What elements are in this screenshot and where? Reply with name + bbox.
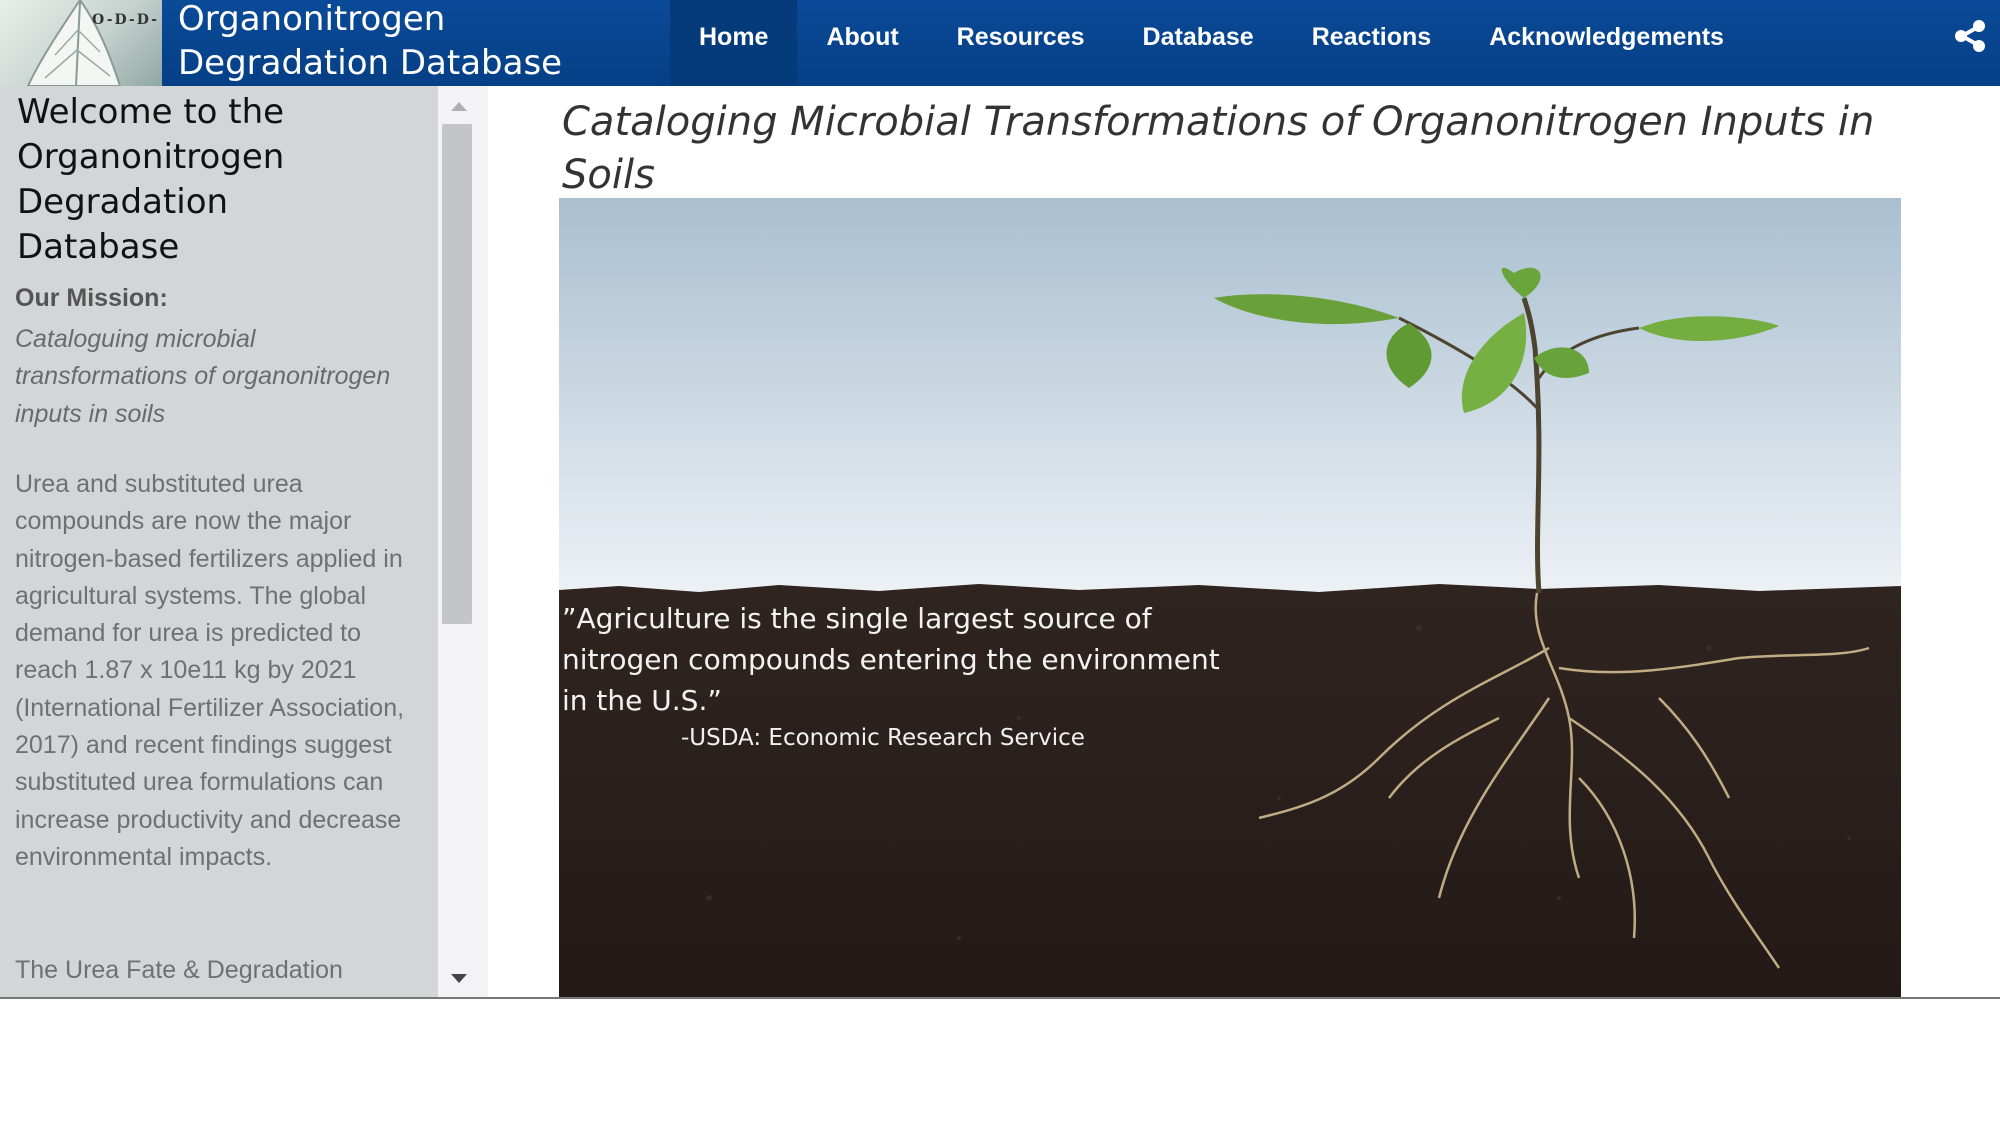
nav-about[interactable]: About (797, 0, 927, 86)
site-logo[interactable]: O-D-D- (0, 0, 162, 86)
nav-resources[interactable]: Resources (928, 0, 1114, 86)
nav-home[interactable]: Home (670, 0, 798, 86)
main-nav: Home About Resources Database Reactions … (670, 0, 1753, 86)
urea-fate-paragraph: The Urea Fate & Degradation (15, 956, 343, 984)
share-icon[interactable] (1953, 19, 1987, 53)
mission-text: Cataloguing microbial transformations of… (15, 325, 391, 428)
welcome-heading: Welcome to the Organonitrogen Degradatio… (17, 92, 285, 267)
page-divider (0, 997, 2000, 999)
site-title[interactable]: Organonitrogen Degradation Database (178, 0, 658, 85)
sidebar-content: Welcome to the Organonitrogen Degradatio… (0, 86, 438, 997)
logo-text: O-D-D- (92, 12, 159, 28)
sidebar-scrollbar[interactable] (438, 86, 478, 997)
scrollbar-thumb[interactable] (442, 124, 472, 624)
nav-database[interactable]: Database (1114, 0, 1283, 86)
sidebar: Welcome to the Organonitrogen Degradatio… (0, 86, 488, 997)
nav-acknowledgements[interactable]: Acknowledgements (1460, 0, 1753, 86)
scroll-up-arrow-icon[interactable] (451, 102, 467, 111)
hero-quote: ”Agriculture is the single largest sourc… (562, 602, 1220, 717)
nav-reactions[interactable]: Reactions (1283, 0, 1460, 86)
hero-image: ”Agriculture is the single largest sourc… (559, 198, 1901, 998)
intro-paragraph: Urea and substituted urea compounds are … (15, 470, 405, 871)
page-title: Cataloging Microbial Transformations of … (562, 99, 1875, 198)
mission-heading: Our Mission: (15, 284, 168, 312)
top-navbar: O-D-D- Organonitrogen Degradation Databa… (0, 0, 2000, 86)
scroll-down-arrow-icon[interactable] (451, 974, 467, 983)
hero-quote-source: -USDA: Economic Research Service (681, 725, 1085, 751)
